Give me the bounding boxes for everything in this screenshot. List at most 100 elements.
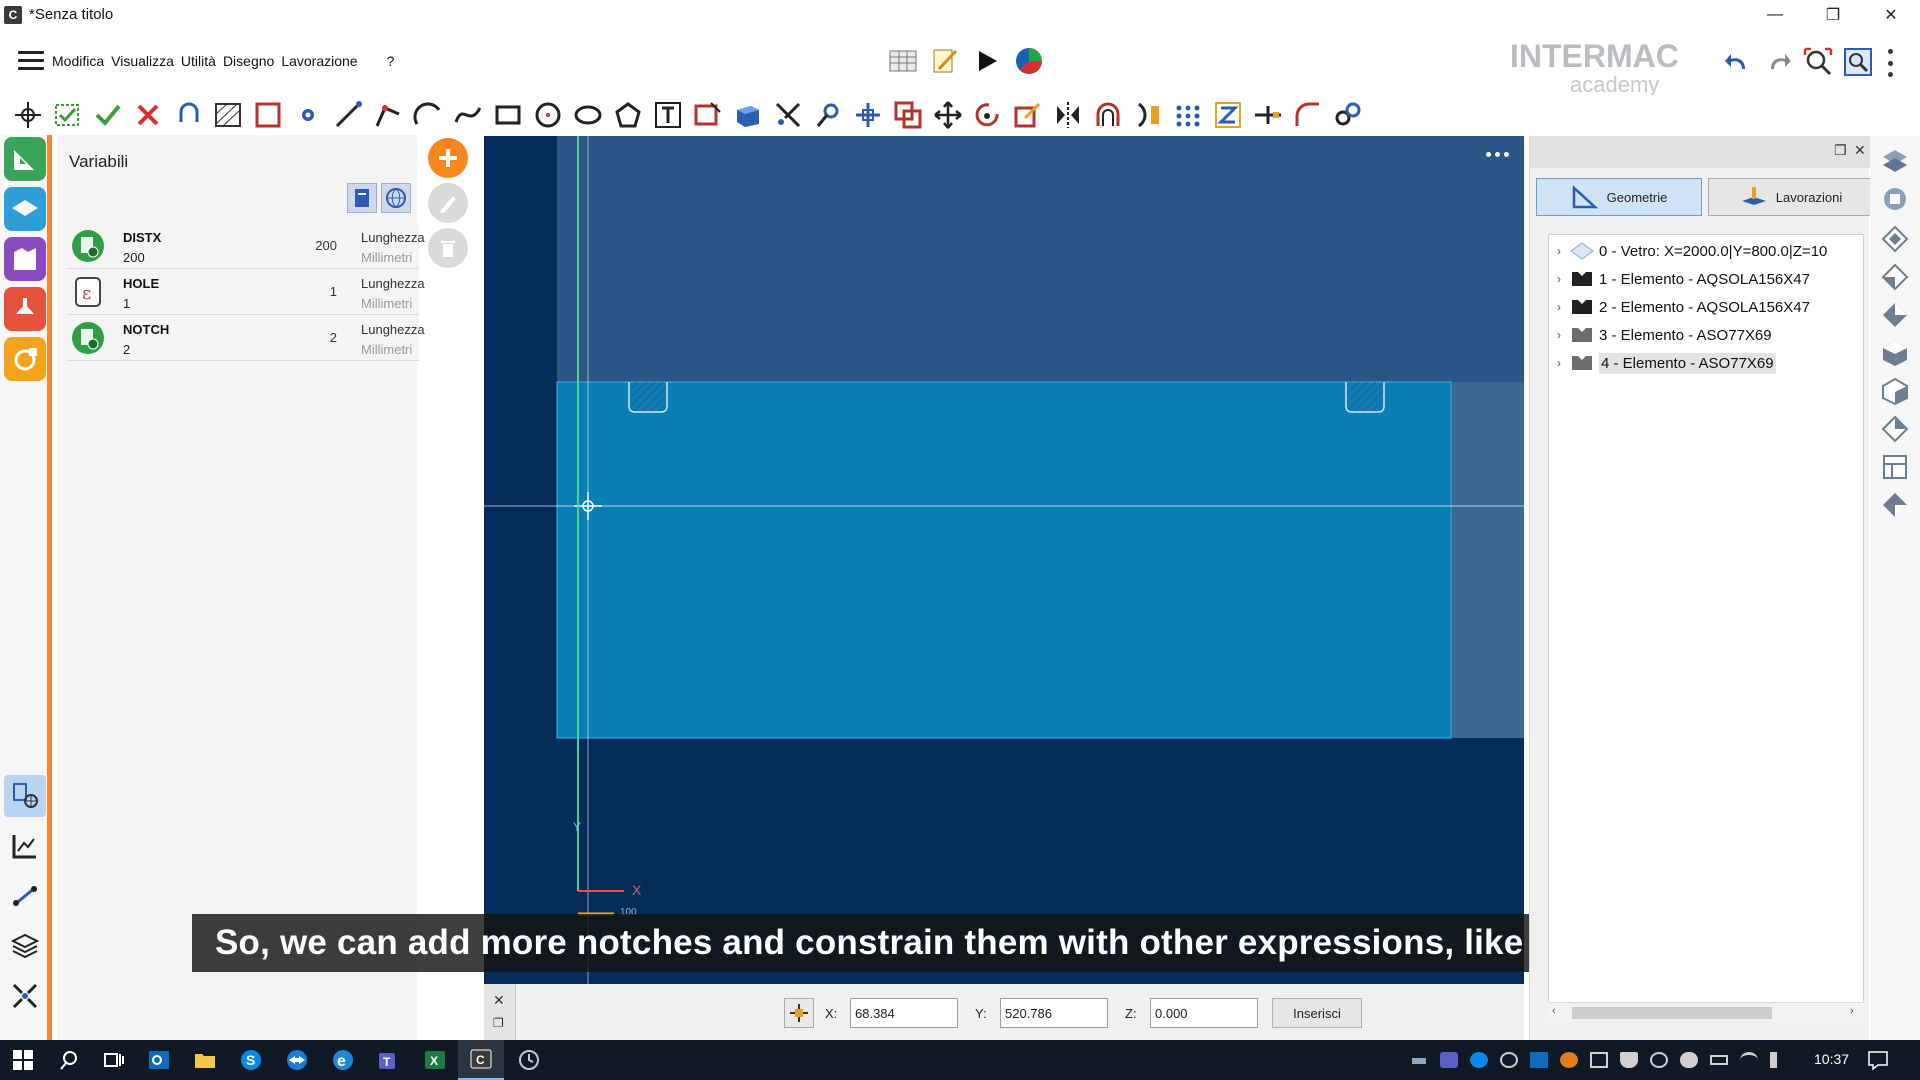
- scale-icon[interactable]: [1010, 98, 1046, 132]
- point-icon[interactable]: [290, 98, 326, 132]
- tree-item-elemento-2[interactable]: › 2 - Elemento - AQSOLA156X47: [1549, 294, 1863, 320]
- fillet-icon[interactable]: [1290, 98, 1326, 132]
- expand-chevron-icon[interactable]: ›: [1549, 300, 1569, 314]
- copy-icon[interactable]: [890, 98, 926, 132]
- variable-row-hole[interactable]: ε HOLE 1 1 Lunghezza Millimetri: [67, 269, 425, 315]
- undo-icon[interactable]: [1722, 46, 1754, 78]
- tray-onedrive-icon[interactable]: [1680, 1052, 1698, 1068]
- extend-icon[interactable]: [1250, 98, 1286, 132]
- variable-row-distx[interactable]: DISTX 200 200 Lunghezza Millimetri: [67, 223, 425, 269]
- scroll-left-icon[interactable]: ‹: [1552, 1005, 1556, 1017]
- circle-icon[interactable]: [530, 98, 566, 132]
- pin-icon[interactable]: [810, 98, 846, 132]
- tray-security-icon[interactable]: [1620, 1052, 1638, 1068]
- file-explorer-icon[interactable]: [182, 1040, 228, 1080]
- close-coord-icon[interactable]: ✕: [493, 992, 505, 1009]
- teams-icon[interactable]: T: [366, 1040, 412, 1080]
- rectangle-icon[interactable]: [490, 98, 526, 132]
- tree-item-elemento-3[interactable]: › 3 - Elemento - ASO77X69: [1549, 322, 1863, 348]
- select-all-icon[interactable]: [50, 98, 86, 132]
- variables-tool-icon[interactable]: [4, 775, 46, 817]
- taskbar-clock[interactable]: 10:37: [1814, 1051, 1849, 1067]
- add-variable-button[interactable]: [428, 138, 468, 178]
- restore-icon[interactable]: ❐: [1804, 0, 1862, 29]
- tray-teamviewer-icon[interactable]: [1560, 1052, 1578, 1068]
- view-top-icon[interactable]: [1878, 222, 1912, 256]
- confirm-icon[interactable]: [90, 98, 126, 132]
- offset-icon[interactable]: [1090, 98, 1126, 132]
- tree-item-vetro[interactable]: › 0 - Vetro: X=2000.0|Y=800.0|Z=10: [1549, 238, 1863, 264]
- move-icon[interactable]: [930, 98, 966, 132]
- polyline-icon[interactable]: [370, 98, 406, 132]
- array-linear-icon[interactable]: [1130, 98, 1166, 132]
- shapes-module-icon[interactable]: [4, 237, 46, 281]
- excel-icon[interactable]: X: [412, 1040, 458, 1080]
- array-grid-icon[interactable]: [1170, 98, 1206, 132]
- expand-chevron-icon[interactable]: ›: [1549, 328, 1569, 342]
- x-coordinate-input[interactable]: [850, 998, 958, 1028]
- cancel-icon[interactable]: [130, 98, 166, 132]
- tray-outlook-icon[interactable]: [1530, 1052, 1548, 1068]
- text-icon[interactable]: [650, 98, 686, 132]
- pie-chart-icon[interactable]: [1014, 46, 1044, 76]
- tray-network-share-icon[interactable]: [1410, 1052, 1428, 1068]
- zoom-window-icon[interactable]: [1842, 46, 1874, 78]
- close-panel-icon[interactable]: ✕: [1854, 142, 1866, 159]
- hamburger-menu-icon[interactable]: [18, 51, 44, 71]
- rectangle-select-icon[interactable]: [250, 98, 286, 132]
- layers-view-icon[interactable]: [1878, 144, 1912, 178]
- redo-icon[interactable]: [1762, 46, 1794, 78]
- mirror-icon[interactable]: [1050, 98, 1086, 132]
- tray-wifi-icon[interactable]: [1740, 1052, 1758, 1068]
- dimension-tool-icon[interactable]: [4, 825, 46, 867]
- minimize-icon[interactable]: —: [1746, 0, 1804, 29]
- delete-variable-button[interactable]: [428, 228, 468, 268]
- teamviewer-icon[interactable]: [274, 1040, 320, 1080]
- z-coordinate-input[interactable]: [1150, 998, 1258, 1028]
- select-point-icon[interactable]: [10, 98, 46, 132]
- tree-item-elemento-4[interactable]: › 4 - Elemento - ASO77X69: [1549, 350, 1863, 376]
- link-icon[interactable]: [1330, 98, 1366, 132]
- menu-lavorazione[interactable]: Lavorazione: [281, 53, 357, 69]
- expand-chevron-icon[interactable]: ›: [1549, 356, 1569, 370]
- search-icon[interactable]: [46, 1040, 92, 1080]
- optimize-module-icon[interactable]: [4, 337, 46, 381]
- tray-media-icon[interactable]: [1500, 1052, 1518, 1068]
- layers-module-icon[interactable]: [4, 187, 46, 231]
- scroll-thumb[interactable]: [1572, 1007, 1772, 1019]
- cad-app-taskbar-icon[interactable]: C: [458, 1040, 504, 1080]
- hatch-icon[interactable]: [210, 98, 246, 132]
- section-view-icon[interactable]: [1878, 450, 1912, 484]
- skype-icon[interactable]: S: [228, 1040, 274, 1080]
- windows-start-icon[interactable]: [0, 1040, 46, 1080]
- drawing-module-icon[interactable]: [4, 137, 46, 181]
- menu-visualizza[interactable]: Visualizza: [111, 53, 174, 69]
- tray-battery-icon[interactable]: [1710, 1055, 1728, 1065]
- dock-coord-icon[interactable]: ❐: [493, 1016, 504, 1030]
- tab-lavorazioni[interactable]: Lavorazioni: [1708, 178, 1874, 216]
- tab-geometrie[interactable]: Geometrie: [1536, 178, 1702, 216]
- 3d-view-icon[interactable]: [1878, 182, 1912, 216]
- layer-stack-icon[interactable]: [4, 925, 46, 967]
- outlook-icon[interactable]: [136, 1040, 182, 1080]
- float-panel-icon[interactable]: ❐: [1834, 142, 1847, 159]
- menu-utilita[interactable]: Utilità: [181, 53, 216, 69]
- arc-icon[interactable]: [410, 98, 446, 132]
- spline-icon[interactable]: [450, 98, 486, 132]
- constraint-tool-icon[interactable]: [4, 875, 46, 917]
- rotate-icon[interactable]: [970, 98, 1006, 132]
- view-bottom-icon[interactable]: [1878, 488, 1912, 522]
- local-scope-icon[interactable]: [347, 183, 377, 213]
- tray-display-icon[interactable]: [1590, 1052, 1608, 1068]
- explode-tool-icon[interactable]: [4, 975, 46, 1017]
- view-side-icon[interactable]: [1878, 298, 1912, 332]
- tray-skype-icon[interactable]: [1470, 1052, 1488, 1068]
- close-icon[interactable]: ✕: [1862, 0, 1920, 29]
- expand-chevron-icon[interactable]: ›: [1549, 244, 1569, 258]
- menu-modifica[interactable]: Modifica: [52, 53, 104, 69]
- drawing-canvas[interactable]: Y X 100: [484, 136, 1524, 984]
- view-front-icon[interactable]: [1878, 260, 1912, 294]
- tray-volume-icon[interactable]: [1770, 1052, 1788, 1068]
- notifications-icon[interactable]: [1866, 1048, 1890, 1072]
- tree-item-elemento-1[interactable]: › 1 - Elemento - AQSOLA156X47: [1549, 266, 1863, 292]
